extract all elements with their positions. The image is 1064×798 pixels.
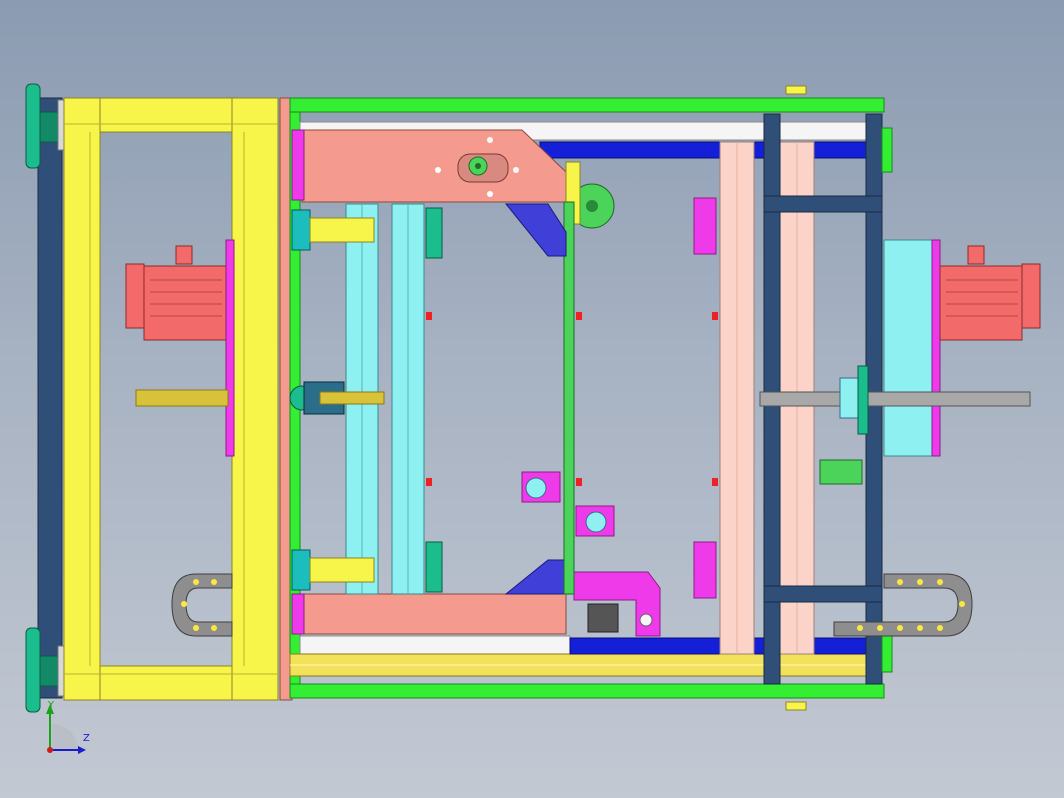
bottom-bracket-block [587, 603, 619, 633]
axis-y-label: Y [48, 700, 55, 711]
green-frame-bottom [289, 683, 885, 699]
white-rail-bottom [299, 635, 571, 655]
green-frame-top [289, 97, 885, 113]
machine-assembly-model[interactable] [0, 0, 1064, 798]
blue-bar-top [539, 141, 869, 159]
top-pin [785, 85, 807, 95]
x-axis-dot [47, 747, 53, 753]
right-cable-chain [833, 573, 973, 637]
left-lead-screw [135, 389, 229, 407]
left-cable-chain [171, 573, 233, 637]
bottom-pin [785, 701, 807, 711]
blue-bar-bottom [569, 637, 869, 655]
right-lead-screw [759, 391, 1031, 407]
left-frame-assembly [25, 83, 279, 713]
left-vertical-beam [37, 97, 63, 699]
coordinate-triad [46, 704, 86, 754]
axis-z-label: Z [83, 733, 90, 744]
left-servo-motor [125, 239, 235, 457]
cad-viewport[interactable]: Y Z [0, 0, 1064, 798]
right-cyan-housing [883, 239, 939, 457]
yellow-frame-left [63, 97, 101, 701]
yellow-frame-right [231, 97, 279, 701]
center-post [504, 201, 615, 595]
